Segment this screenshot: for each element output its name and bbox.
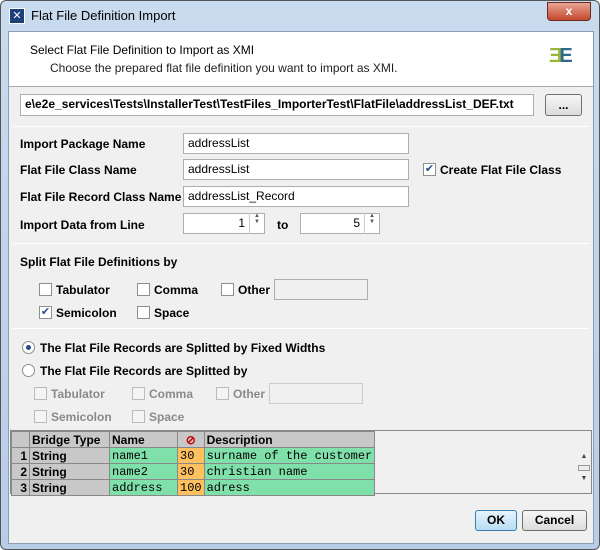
row-header-corner: [11, 431, 30, 448]
dialog-window: ✕ Flat File Definition Import x Select F…: [0, 0, 600, 550]
browse-button[interactable]: ...: [545, 94, 582, 116]
split-space-checkbox[interactable]: [137, 306, 150, 319]
app-icon: ✕: [9, 8, 25, 24]
col-description[interactable]: Description: [203, 431, 376, 448]
rec-tabulator-checkbox[interactable]: [34, 387, 47, 400]
split-title: Split Flat File Definitions by: [20, 255, 178, 269]
rec-other-label: Other: [233, 387, 266, 401]
divider: [13, 243, 589, 244]
split-other-checkbox[interactable]: [221, 283, 234, 296]
file-path-input[interactable]: e\e2e_services\Tests\InstallerTest\TestF…: [20, 94, 534, 116]
description-cell[interactable]: adress: [203, 479, 376, 496]
split-other-input[interactable]: [274, 279, 368, 300]
e2e-logo-icon: ƎE: [549, 45, 573, 67]
length-cell[interactable]: 100: [177, 479, 205, 496]
col-length-no-icon[interactable]: ⊘: [177, 431, 205, 448]
bridge-type-cell[interactable]: String: [29, 447, 110, 464]
header: Select Flat File Definition to Import as…: [9, 32, 593, 87]
divider: [13, 328, 589, 329]
close-button[interactable]: x: [547, 2, 591, 21]
row-number: 1: [11, 447, 30, 464]
bridge-type-cell[interactable]: String: [29, 463, 110, 480]
length-cell[interactable]: 30: [177, 447, 205, 464]
line-label: Import Data from Line: [20, 218, 145, 232]
fixed-widths-radio[interactable]: [22, 341, 35, 354]
line-to-spinner[interactable]: ▲ ▼: [364, 213, 379, 234]
ok-button[interactable]: OK: [475, 510, 517, 531]
name-cell[interactable]: address: [109, 479, 178, 496]
name-cell[interactable]: name2: [109, 463, 178, 480]
split-semicolon-checkbox[interactable]: ✔: [39, 306, 52, 319]
window-title: Flat File Definition Import: [31, 8, 176, 23]
line-from-spinner[interactable]: ▲ ▼: [249, 213, 264, 234]
rec-other-checkbox[interactable]: [216, 387, 229, 400]
rec-semicolon-label: Semicolon: [51, 410, 112, 424]
dialog-body: Select Flat File Definition to Import as…: [8, 31, 594, 544]
length-cell[interactable]: 30: [177, 463, 205, 480]
record-class-input[interactable]: addressList_Record: [183, 186, 409, 207]
record-label: Flat File Record Class Name: [20, 190, 182, 204]
rec-semicolon-checkbox[interactable]: [34, 410, 47, 423]
create-class-label: Create Flat File Class: [440, 163, 562, 177]
create-class-checkbox[interactable]: ✔: [423, 163, 436, 176]
col-name[interactable]: Name: [109, 431, 178, 448]
rec-comma-label: Comma: [149, 387, 194, 401]
split-comma-checkbox[interactable]: [137, 283, 150, 296]
split-space-label: Space: [154, 306, 190, 320]
description-cell[interactable]: surname of the customer: [203, 447, 376, 464]
fixed-widths-label: The Flat File Records are Splitted by Fi…: [40, 341, 326, 355]
split-comma-label: Comma: [154, 283, 199, 297]
rec-comma-checkbox[interactable]: [132, 387, 145, 400]
rec-other-input[interactable]: [269, 383, 363, 404]
table-scrollbar[interactable]: ▲ ▼: [577, 451, 591, 493]
package-name-input[interactable]: addressList: [183, 133, 409, 154]
bridge-table: Bridge Type Name ⊘ Description 1 String …: [10, 430, 592, 496]
header-subtitle: Choose the prepared flat file definition…: [50, 61, 398, 75]
table-row[interactable]: 3 String address 100 adress: [11, 479, 376, 496]
row-number: 3: [11, 479, 30, 496]
rec-tabulator-label: Tabulator: [51, 387, 105, 401]
split-by-label: The Flat File Records are Splitted by: [40, 364, 248, 378]
header-title: Select Flat File Definition to Import as…: [30, 43, 255, 57]
class-label: Flat File Class Name: [20, 163, 137, 177]
table-row[interactable]: 1 String name1 30 surname of the custome…: [11, 447, 376, 464]
split-semicolon-label: Semicolon: [56, 306, 117, 320]
rec-space-label: Space: [149, 410, 185, 424]
bridge-type-cell[interactable]: String: [29, 479, 110, 496]
name-cell[interactable]: name1: [109, 447, 178, 464]
col-bridge-type[interactable]: Bridge Type: [29, 431, 110, 448]
cancel-button[interactable]: Cancel: [522, 510, 587, 531]
split-other-label: Other: [238, 283, 271, 297]
split-by-radio[interactable]: [22, 364, 35, 377]
table-row[interactable]: 2 String name2 30 christian name: [11, 463, 376, 480]
divider: [13, 126, 589, 127]
package-label: Import Package Name: [20, 137, 146, 151]
class-name-input[interactable]: addressList: [183, 159, 409, 180]
rec-space-checkbox[interactable]: [132, 410, 145, 423]
to-label: to: [277, 218, 289, 232]
description-cell[interactable]: christian name: [203, 463, 376, 480]
split-tabulator-checkbox[interactable]: [39, 283, 52, 296]
row-number: 2: [11, 463, 30, 480]
split-tabulator-label: Tabulator: [56, 283, 110, 297]
